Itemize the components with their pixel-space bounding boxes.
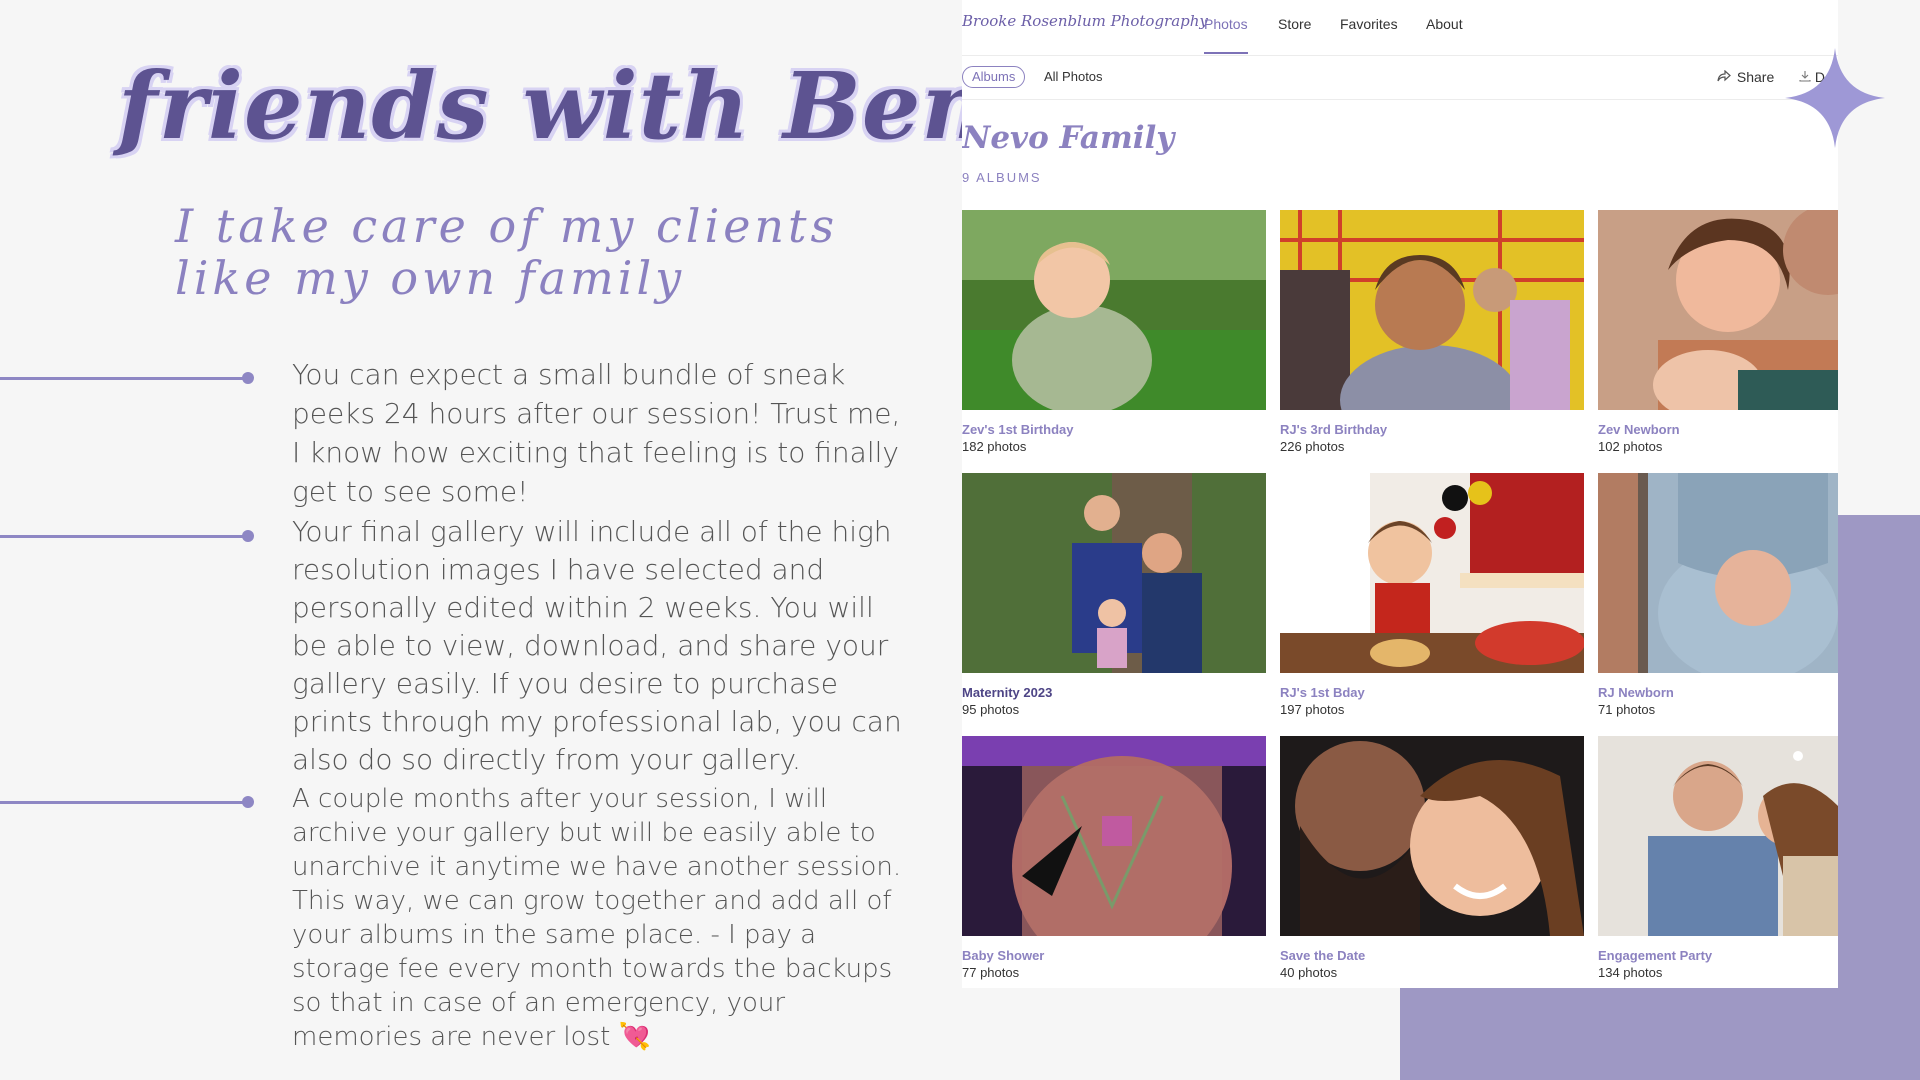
album-photo-count: 182 photos [962, 439, 1027, 454]
nav-photos[interactable]: Photos [1204, 16, 1248, 54]
album-card[interactable]: Maternity 2023 95 photos [962, 473, 1266, 717]
album-card[interactable]: RJ Newborn 71 photos [1598, 473, 1838, 717]
heart-icon: 💘 [618, 1022, 651, 1052]
bullet-text: You can expect a small bundle of sneak p… [292, 358, 901, 508]
album-photo [1280, 210, 1584, 410]
album-photo-count: 102 photos [1598, 439, 1663, 454]
album-photo [1598, 473, 1838, 673]
album-count: 9 ALBUMS [962, 170, 1042, 185]
nav-store[interactable]: Store [1278, 16, 1311, 32]
tab-all-photos[interactable]: All Photos [1044, 69, 1103, 84]
album-card[interactable]: RJ's 3rd Birthday 226 photos [1280, 210, 1584, 454]
brand-logo[interactable]: Brooke Rosenblum Photography [962, 12, 1208, 30]
bullet-text-body: A couple months after your session, I wi… [292, 784, 902, 1052]
sparkle-icon [1785, 48, 1885, 148]
top-nav: Brooke Rosenblum Photography Photos Stor… [962, 0, 1838, 56]
share-button[interactable]: Share [1717, 69, 1774, 85]
album-photo [1280, 736, 1584, 936]
gallery-screenshot: Brooke Rosenblum Photography Photos Stor… [962, 0, 1838, 988]
album-title: Maternity 2023 [962, 685, 1053, 700]
album-photo [1280, 473, 1584, 673]
album-photo-count: 197 photos [1280, 702, 1345, 717]
bullet-line [0, 377, 248, 380]
album-title: Baby Shower [962, 948, 1045, 963]
share-label: Share [1736, 69, 1775, 85]
album-photo [1598, 210, 1838, 410]
album-title: RJ Newborn [1598, 685, 1674, 700]
tagline-line-1: I take care of my clients [175, 199, 839, 253]
album-photo [962, 210, 1266, 410]
album-photo-count: 71 photos [1598, 702, 1656, 717]
album-card[interactable]: Engagement Party 134 photos [1598, 736, 1838, 980]
album-card[interactable]: Baby Shower 77 photos [962, 736, 1266, 980]
album-title: RJ's 3rd Birthday [1280, 422, 1388, 437]
bullet-line [0, 801, 248, 804]
share-icon [1717, 69, 1733, 85]
album-photo [1598, 736, 1838, 936]
album-photo-count: 134 photos [1598, 965, 1663, 980]
nav-about[interactable]: About [1426, 16, 1463, 32]
nav-favorites[interactable]: Favorites [1340, 16, 1398, 32]
album-title: RJ's 1st Bday [1280, 685, 1365, 700]
album-title: Save the Date [1280, 948, 1366, 963]
bullet-dot [242, 372, 254, 384]
album-card[interactable]: Zev's 1st Birthday 182 photos [962, 210, 1266, 454]
album-photo [962, 473, 1266, 673]
family-title: Nevo Family [962, 120, 1175, 156]
bullet-dot [242, 796, 254, 808]
album-card[interactable]: Zev Newborn 102 photos [1598, 210, 1838, 454]
tab-albums[interactable]: Albums [962, 66, 1026, 88]
album-title: Zev Newborn [1598, 422, 1680, 437]
sub-nav: Albums All Photos Share D [962, 56, 1838, 100]
bullet-line [0, 535, 248, 538]
album-photo [962, 736, 1266, 936]
tagline-line-2: like my own family [175, 251, 686, 305]
album-title: Engagement Party [1598, 948, 1713, 963]
album-title: Zev's 1st Birthday [962, 422, 1074, 437]
album-photo-count: 77 photos [962, 965, 1020, 980]
bullet-dot [242, 530, 254, 542]
album-photo-count: 95 photos [962, 702, 1020, 717]
album-card[interactable]: Save the Date 40 photos [1280, 736, 1584, 980]
bullet-text: A couple months after your session, I wi… [292, 782, 917, 1054]
tagline: I take care of my clients like my own fa… [175, 200, 838, 304]
album-photo-count: 40 photos [1280, 965, 1338, 980]
bullet-text: Your final gallery will include all of t… [292, 515, 902, 776]
album-photo-count: 226 photos [1280, 439, 1345, 454]
album-card[interactable]: RJ's 1st Bday 197 photos [1280, 473, 1584, 717]
